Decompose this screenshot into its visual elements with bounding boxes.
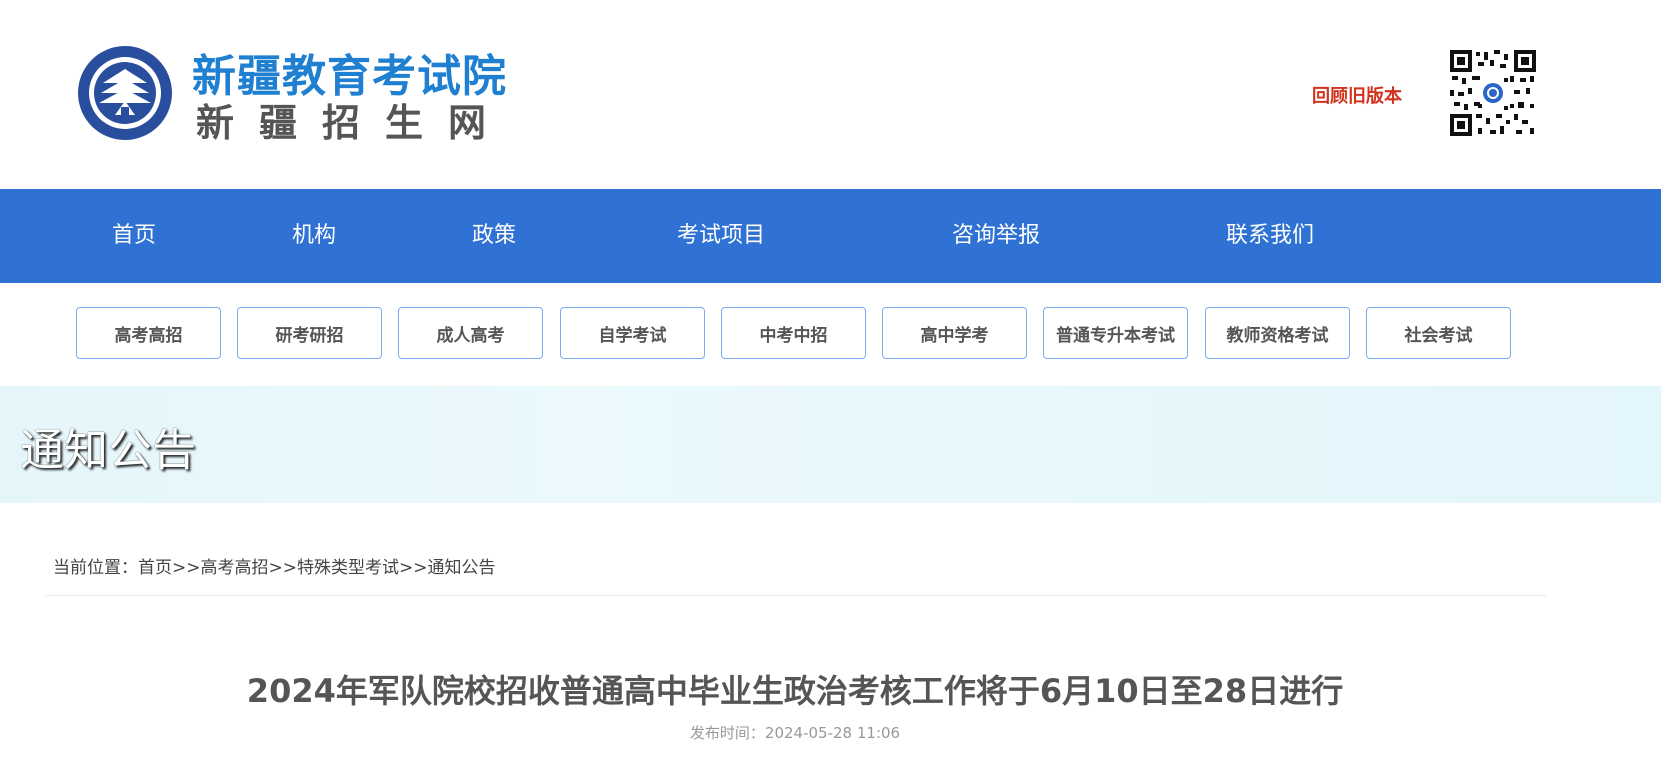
breadcrumb-link-home[interactable]: 首页 bbox=[138, 558, 172, 578]
article-title: 2024年军队院校招收普通高中毕业生政治考核工作将于6月10日至28日进行 bbox=[246, 672, 1344, 710]
category-social-exam-button[interactable]: 社会考试 bbox=[1366, 307, 1511, 359]
site-header: 新疆教育考试院 新疆招生网 回顾旧版本 bbox=[0, 0, 1661, 189]
category-upgrade-exam-button[interactable]: 普通专升本考试 bbox=[1043, 307, 1188, 359]
breadcrumb-link-notices[interactable]: 通知公告 bbox=[428, 558, 496, 578]
breadcrumb-divider bbox=[45, 595, 1546, 596]
logo-subtitle: 新疆招生网 bbox=[196, 100, 512, 145]
category-high-school-test-button[interactable]: 高中学考 bbox=[882, 307, 1027, 359]
old-version-link[interactable]: 回顾旧版本 bbox=[1312, 82, 1402, 108]
category-self-study-button[interactable]: 自学考试 bbox=[560, 307, 705, 359]
nav-item-home[interactable]: 首页 bbox=[112, 189, 156, 283]
section-banner: 通知公告 bbox=[0, 386, 1661, 503]
breadcrumb-link-gaokao[interactable]: 高考高招 bbox=[201, 558, 269, 578]
breadcrumb-prefix: 当前位置： bbox=[53, 558, 138, 578]
publish-time-label: 发布时间： bbox=[689, 724, 765, 742]
breadcrumb-separator: >> bbox=[172, 558, 201, 578]
category-zhongkao-button[interactable]: 中考中招 bbox=[721, 307, 866, 359]
emblem-icon[interactable] bbox=[77, 45, 173, 141]
breadcrumb-separator: >> bbox=[399, 558, 428, 578]
category-gaokao-button[interactable]: 高考高招 bbox=[76, 307, 221, 359]
article-publish-time: 发布时间：2024-05-28 11:06 bbox=[0, 722, 1590, 743]
category-teacher-cert-button[interactable]: 教师资格考试 bbox=[1205, 307, 1350, 359]
nav-item-policy[interactable]: 政策 bbox=[472, 189, 516, 283]
nav-item-consult-report[interactable]: 咨询举报 bbox=[952, 189, 1040, 283]
qr-code-icon bbox=[1448, 48, 1538, 138]
banner-title: 通知公告 bbox=[20, 425, 196, 476]
category-adult-exam-button[interactable]: 成人高考 bbox=[398, 307, 543, 359]
category-graduate-exam-button[interactable]: 研考研招 bbox=[237, 307, 382, 359]
nav-item-exam-projects[interactable]: 考试项目 bbox=[677, 189, 765, 283]
breadcrumb: 当前位置：首页>>高考高招>>特殊类型考试>>通知公告 bbox=[53, 553, 496, 578]
nav-item-contact-us[interactable]: 联系我们 bbox=[1226, 189, 1314, 283]
main-nav: 首页 机构 政策 考试项目 咨询举报 联系我们 bbox=[0, 189, 1661, 283]
nav-item-organization[interactable]: 机构 bbox=[292, 189, 336, 283]
breadcrumb-separator: >> bbox=[268, 558, 298, 578]
exam-category-nav: 高考高招 研考研招 成人高考 自学考试 中考中招 高中学考 普通专升本考试 教师… bbox=[0, 283, 1661, 386]
breadcrumb-link-special-exam[interactable]: 特殊类型考试 bbox=[297, 558, 399, 578]
publish-time-value: 2024-05-28 11:06 bbox=[764, 724, 901, 742]
